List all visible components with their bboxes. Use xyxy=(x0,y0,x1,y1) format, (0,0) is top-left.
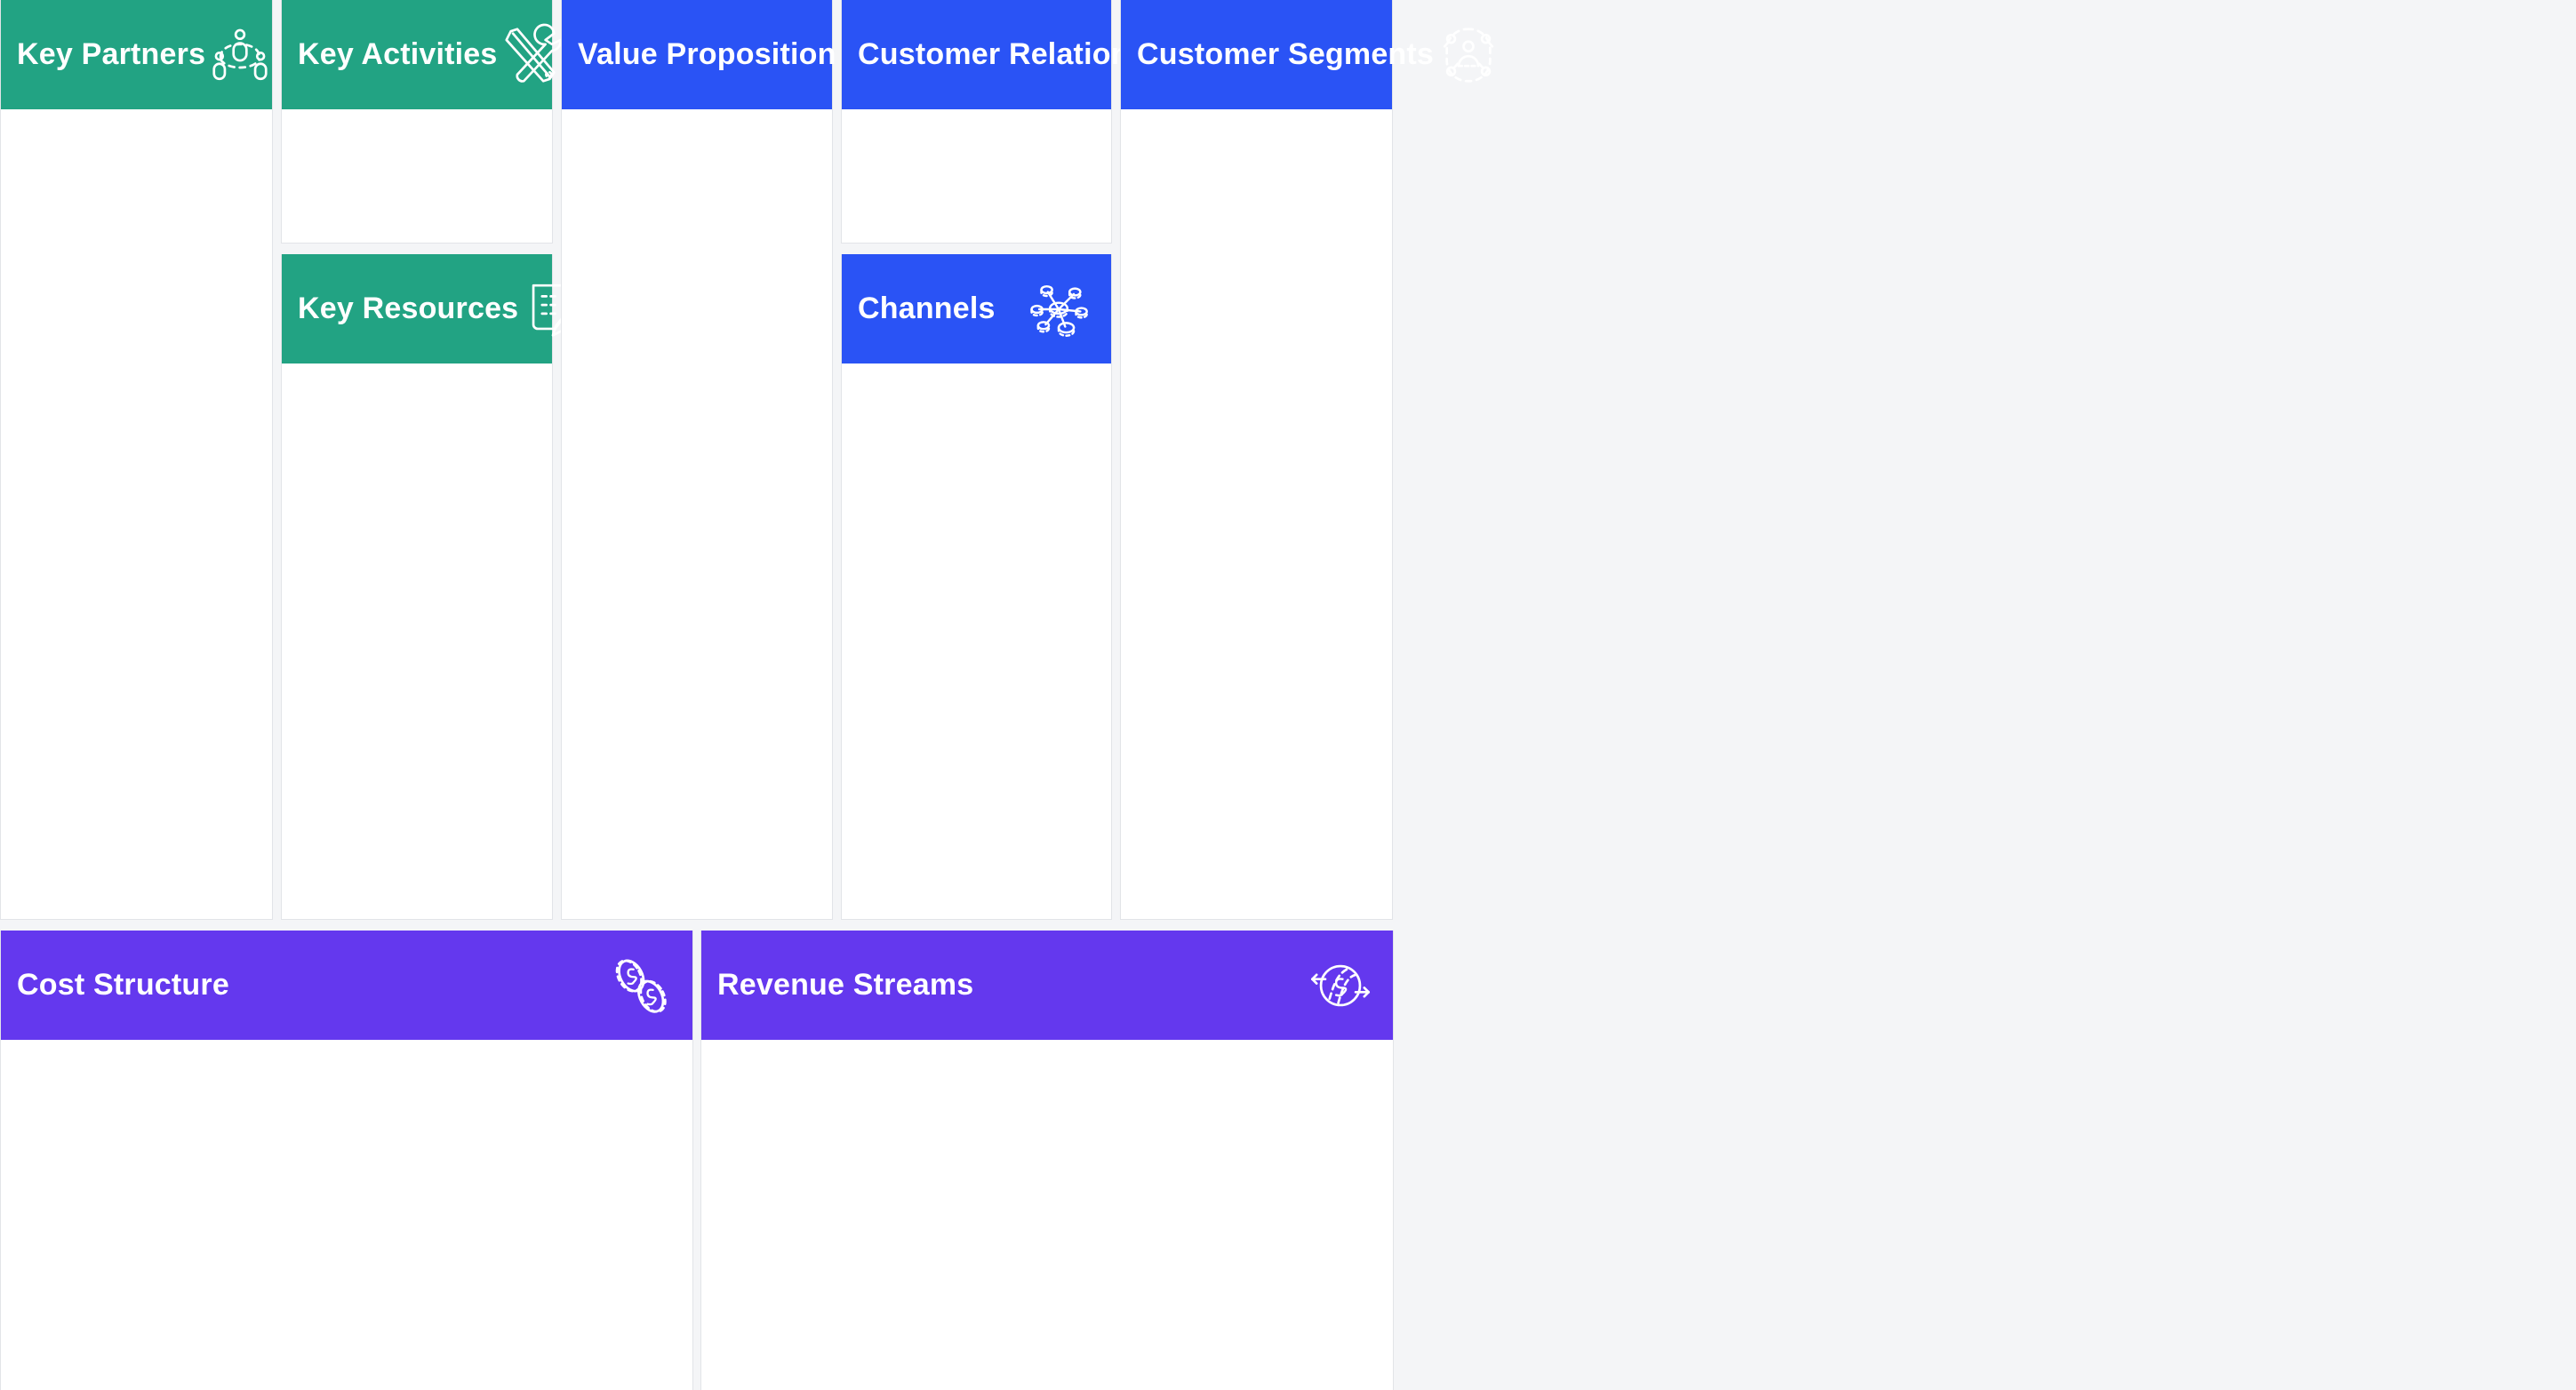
partners-network-icon xyxy=(205,20,275,90)
hub-spoke-network-icon xyxy=(1024,275,1093,344)
block-value-proposition[interactable]: Value Proposition xyxy=(561,0,889,920)
block-revenue-streams-title: Revenue Streams xyxy=(717,967,974,1002)
block-key-activities-header: Key Activities xyxy=(282,0,562,109)
block-key-activities[interactable]: Key Activities xyxy=(281,0,562,244)
block-customer-segments-title: Customer Segments xyxy=(1137,36,1435,71)
block-customer-relationships-header: Customer Relationships xyxy=(842,0,1277,109)
block-key-partners-title: Key Partners xyxy=(17,36,206,71)
two-coins-icon xyxy=(605,951,675,1020)
hammer-wrench-icon xyxy=(498,20,567,90)
block-channels-title: Channels xyxy=(858,291,996,325)
block-customer-segments[interactable]: Customer Segments xyxy=(1120,0,1494,920)
block-key-partners-header: Key Partners xyxy=(1,0,272,109)
block-value-proposition-header: Value Proposition xyxy=(562,0,889,109)
block-channels[interactable]: Channels xyxy=(841,254,1112,920)
block-key-activities-title: Key Activities xyxy=(298,36,498,71)
block-key-resources-content[interactable] xyxy=(282,363,552,919)
block-key-partners-content[interactable] xyxy=(1,109,272,919)
block-key-resources-header: Key Resources xyxy=(282,254,583,363)
block-value-proposition-title: Value Proposition xyxy=(578,36,836,71)
block-customer-relationships[interactable]: Customer Relationships xyxy=(841,0,1277,244)
block-key-partners[interactable]: Key Partners xyxy=(0,0,273,920)
segmented-audience-icon xyxy=(1434,20,1503,90)
block-cost-structure[interactable]: Cost Structure xyxy=(0,931,693,1390)
block-customer-segments-header: Customer Segments xyxy=(1121,0,1494,109)
block-value-proposition-content[interactable] xyxy=(562,109,832,919)
block-revenue-streams[interactable]: Revenue Streams xyxy=(700,931,1394,1390)
block-customer-relationships-content[interactable] xyxy=(842,109,1111,243)
block-cost-structure-header: Cost Structure xyxy=(1,931,692,1040)
block-key-activities-content[interactable] xyxy=(282,109,552,243)
block-key-resources[interactable]: Key Resources xyxy=(281,254,583,920)
business-model-canvas: Key Partners Key Activities Key Resource… xyxy=(0,0,2576,1390)
block-channels-content[interactable] xyxy=(842,363,1111,919)
block-key-resources-title: Key Resources xyxy=(298,291,519,325)
block-channels-header: Channels xyxy=(842,254,1111,363)
block-cost-structure-title: Cost Structure xyxy=(17,967,229,1002)
block-revenue-streams-content[interactable] xyxy=(701,1040,1393,1390)
block-cost-structure-content[interactable] xyxy=(1,1040,692,1390)
block-revenue-streams-header: Revenue Streams xyxy=(701,931,1393,1040)
block-customer-segments-content[interactable] xyxy=(1121,109,1392,919)
money-circulation-icon xyxy=(1306,951,1375,1020)
